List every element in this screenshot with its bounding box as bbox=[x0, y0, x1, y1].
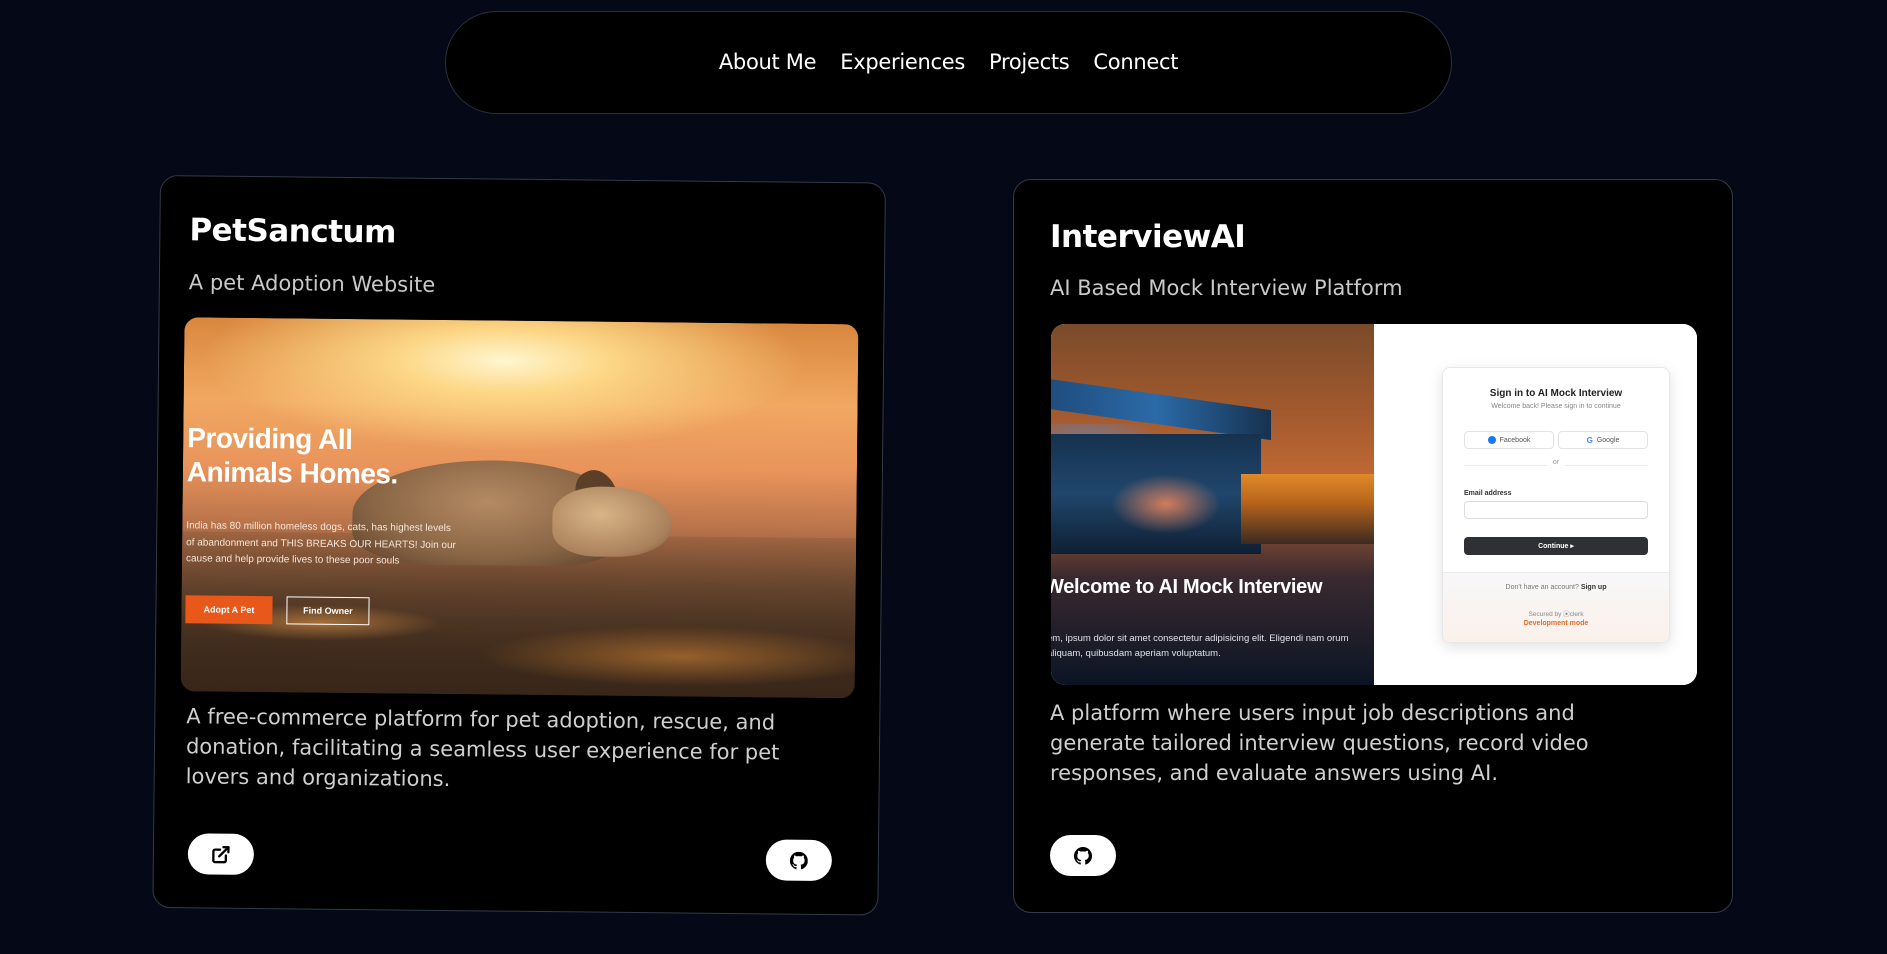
google-icon: G bbox=[1586, 435, 1593, 445]
github-icon bbox=[1074, 846, 1092, 865]
github-icon bbox=[789, 851, 808, 869]
preview-heading: Providing All Animals Homes. bbox=[186, 422, 398, 490]
project-subtitle: AI Based Mock Interview Platform bbox=[1050, 276, 1403, 300]
project-description: A free-commerce platform for pet adoptio… bbox=[185, 704, 780, 792]
dev-mode-badge: Development mode bbox=[1523, 620, 1589, 627]
secured-by: Secured by ⦿clerk bbox=[1528, 611, 1584, 618]
project-card-petsanctum: PetSanctum A pet Adoption Website Provid… bbox=[152, 175, 886, 916]
github-button[interactable] bbox=[765, 839, 833, 882]
or-divider: or bbox=[1443, 459, 1669, 466]
project-preview-image[interactable]: Providing All Animals Homes. India has 8… bbox=[180, 317, 859, 699]
github-button[interactable] bbox=[1050, 835, 1116, 876]
top-nav: About Me Experiences Projects Connect bbox=[445, 11, 1452, 114]
project-description: A platform where users input job descrip… bbox=[1050, 701, 1589, 785]
or-label: or bbox=[1546, 459, 1566, 466]
email-label: Email address bbox=[1464, 490, 1512, 497]
preview-text: em, ipsum dolor sit amet consectetur adi… bbox=[1051, 633, 1349, 659]
find-owner-button: Find Owner bbox=[286, 596, 370, 626]
google-signin: G Google bbox=[1558, 431, 1648, 449]
nav-connect[interactable]: Connect bbox=[1093, 50, 1178, 76]
live-demo-button[interactable] bbox=[187, 833, 255, 876]
project-title: InterviewAI bbox=[1050, 219, 1246, 255]
signup-link: Sign up bbox=[1580, 584, 1607, 591]
preview-hero: Welcome to AI Mock Interview em, ipsum d… bbox=[1051, 324, 1374, 685]
preview-light bbox=[1111, 474, 1221, 534]
facebook-signin: Facebook bbox=[1464, 431, 1554, 449]
preview-signin-panel: Sign in to AI Mock Interview Welcome bac… bbox=[1374, 324, 1697, 685]
dog-head bbox=[552, 486, 673, 558]
no-account-text: Don't have an account? bbox=[1505, 584, 1579, 591]
continue-button: Continue ▸ bbox=[1464, 537, 1648, 555]
building-side bbox=[1241, 474, 1374, 544]
signin-card: Sign in to AI Mock Interview Welcome bac… bbox=[1442, 367, 1670, 643]
preview-heading: Welcome to AI Mock Interview bbox=[1051, 576, 1323, 598]
nav-experiences[interactable]: Experiences bbox=[840, 50, 965, 76]
preview-text: India has 80 million homeless dogs, cats… bbox=[185, 520, 456, 567]
facebook-label: Facebook bbox=[1499, 436, 1531, 444]
project-preview-image[interactable]: Welcome to AI Mock Interview em, ipsum d… bbox=[1051, 324, 1697, 685]
nav-about-me[interactable]: About Me bbox=[719, 50, 817, 76]
google-label: Google bbox=[1596, 436, 1620, 444]
email-field bbox=[1464, 501, 1648, 519]
project-subtitle: A pet Adoption Website bbox=[188, 270, 436, 297]
project-card-interviewai: InterviewAI AI Based Mock Interview Plat… bbox=[1013, 179, 1733, 913]
signin-subtitle: Welcome back! Please sign in to continue bbox=[1491, 403, 1621, 410]
external-link-icon bbox=[212, 845, 230, 863]
signin-footer: Don't have an account? Sign up Secured b… bbox=[1443, 572, 1669, 642]
project-title: PetSanctum bbox=[189, 212, 397, 251]
adopt-a-pet-button: Adopt A Pet bbox=[185, 595, 273, 625]
signup-prompt: Don't have an account? Sign up bbox=[1443, 584, 1669, 591]
facebook-icon bbox=[1487, 436, 1496, 444]
nav-projects[interactable]: Projects bbox=[989, 50, 1070, 76]
signin-title: Sign in to AI Mock Interview bbox=[1489, 388, 1623, 399]
